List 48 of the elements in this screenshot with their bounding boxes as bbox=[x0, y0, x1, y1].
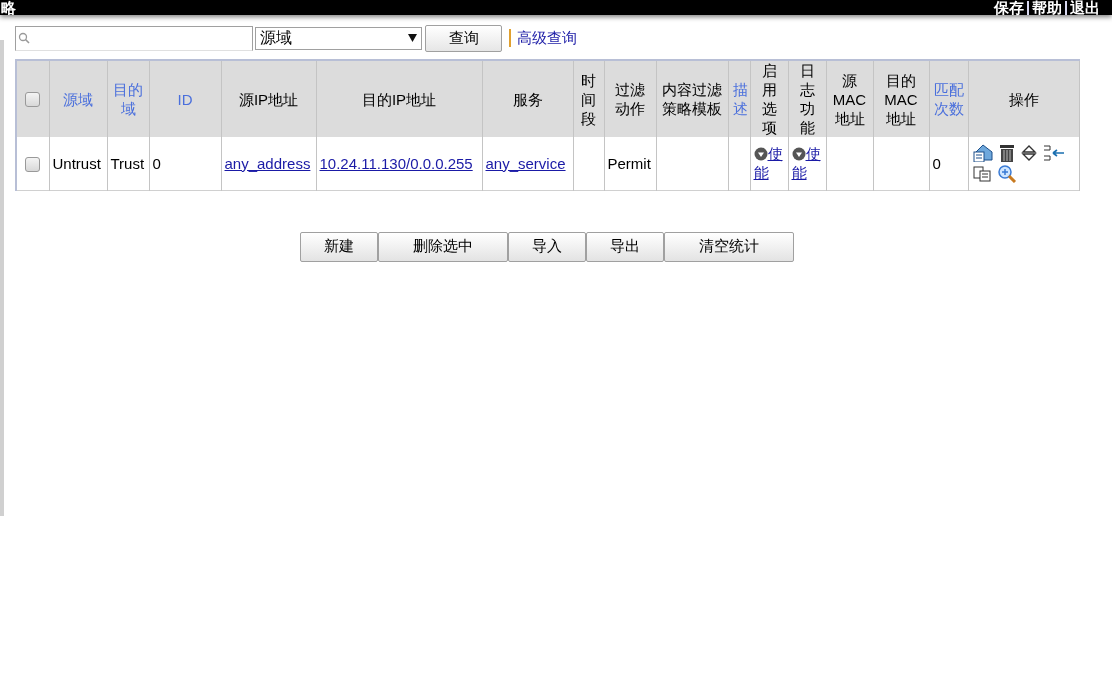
checkbox[interactable] bbox=[25, 92, 41, 108]
query-button[interactable]: 查询 bbox=[425, 24, 502, 52]
column-header[interactable]: 描述 bbox=[732, 80, 746, 118]
table-cell: 0 bbox=[932, 154, 941, 172]
top-link[interactable]: 保存 bbox=[994, 0, 1024, 15]
page-title: 略 bbox=[1, 0, 16, 15]
table-link[interactable]: any_address bbox=[224, 154, 311, 172]
top-link[interactable]: 帮助 bbox=[1032, 0, 1062, 15]
advanced-query-link[interactable]: 高级查询 bbox=[517, 26, 577, 50]
table-link[interactable]: 10.24.11.130/0.0.0.255 bbox=[319, 154, 473, 172]
column-header: 内容过滤策略模板 bbox=[661, 80, 723, 118]
arrow-down-circle-icon bbox=[791, 147, 806, 162]
column-header[interactable]: 目的域 bbox=[111, 80, 145, 118]
arrow-down-circle-icon bbox=[753, 147, 768, 162]
table-cell: 0 bbox=[152, 154, 161, 172]
column-header: 源IP地址 bbox=[237, 89, 300, 109]
action-button[interactable]: 清空统计 bbox=[664, 231, 794, 262]
scope-dropdown[interactable]: 源域 bbox=[255, 26, 422, 50]
column-header: 日志功能 bbox=[798, 61, 816, 137]
column-header: 服务 bbox=[511, 89, 544, 109]
column-header: 源MAC地址 bbox=[831, 70, 868, 128]
search-field[interactable] bbox=[15, 25, 253, 51]
table-cell: Untrust bbox=[52, 154, 101, 172]
column-header: 过滤动作 bbox=[614, 80, 646, 118]
dropdown-arrow-icon bbox=[408, 34, 417, 42]
column-header: 目的IP地址 bbox=[360, 89, 438, 109]
search-icon bbox=[18, 32, 30, 44]
column-header: 时间段 bbox=[580, 70, 597, 128]
enable-link[interactable]: 使能 bbox=[791, 144, 823, 183]
copy-icon[interactable] bbox=[972, 165, 991, 182]
top-link[interactable]: 退出 bbox=[1070, 0, 1100, 15]
trash-icon[interactable] bbox=[998, 143, 1015, 163]
action-button[interactable]: 导出 bbox=[586, 231, 664, 262]
enable-link[interactable]: 使能 bbox=[753, 144, 785, 183]
column-header: 启用选项 bbox=[760, 61, 778, 137]
edit-document-icon[interactable] bbox=[972, 144, 993, 163]
action-button[interactable]: 删除选中 bbox=[378, 231, 508, 262]
action-button[interactable]: 导入 bbox=[508, 231, 586, 262]
insert-icon[interactable] bbox=[1042, 145, 1065, 162]
column-header: 目的MAC地址 bbox=[883, 70, 919, 128]
column-header: 操作 bbox=[1007, 89, 1040, 109]
move-up-down-icon[interactable] bbox=[1020, 145, 1037, 162]
table-cell: Trust bbox=[110, 154, 145, 172]
action-button[interactable]: 新建 bbox=[300, 231, 378, 262]
checkbox[interactable] bbox=[25, 156, 41, 172]
zoom-in-icon[interactable] bbox=[996, 164, 1017, 183]
table-link[interactable]: any_service bbox=[485, 154, 566, 172]
table-cell: Permit bbox=[607, 154, 651, 172]
